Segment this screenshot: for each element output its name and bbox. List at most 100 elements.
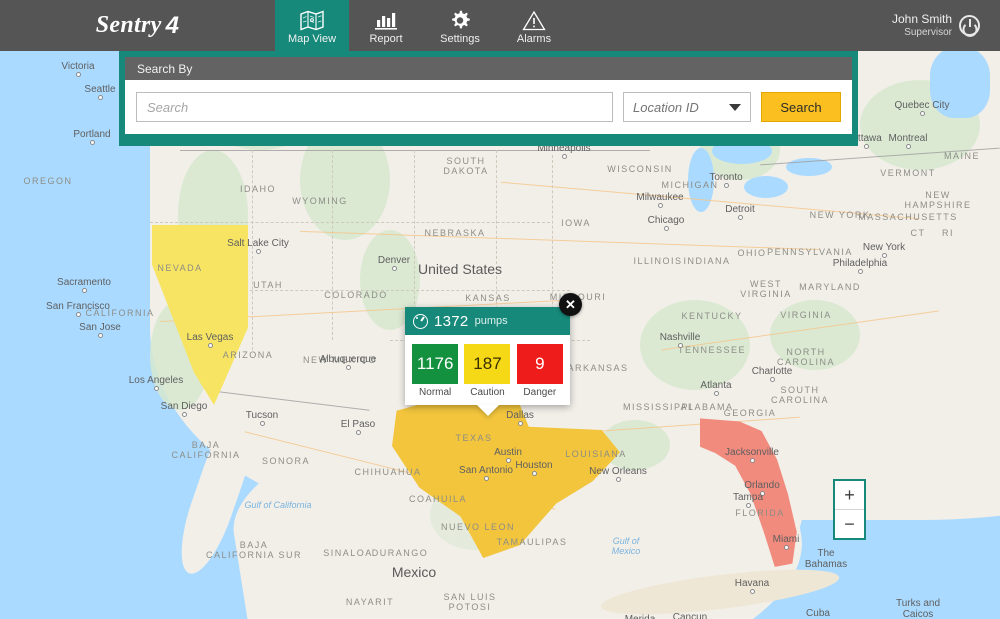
- map-city-dot: [90, 140, 95, 145]
- map-city-dot: [260, 421, 265, 426]
- zoom-out-button[interactable]: −: [835, 510, 864, 538]
- gear-icon: [449, 9, 471, 31]
- user-account-area[interactable]: John Smith Supervisor: [892, 0, 1000, 51]
- app-logo-text: Sentry: [96, 12, 162, 39]
- app-logo-number: 4: [166, 12, 180, 40]
- st-lawrence-water: [930, 48, 990, 118]
- tab-alarms[interactable]: Alarms: [497, 0, 571, 51]
- stat-danger[interactable]: 9 Danger: [516, 344, 564, 398]
- map-icon: [300, 9, 324, 31]
- stat-danger-label: Danger: [523, 387, 556, 398]
- search-button[interactable]: Search: [761, 92, 841, 122]
- map-region-label: TheBahamas: [805, 548, 847, 570]
- app-logo[interactable]: Sentry 4: [0, 0, 275, 51]
- map-city-label: San Jose: [79, 322, 121, 333]
- map-city-dot: [98, 333, 103, 338]
- map-state-label: CALIFORNIA: [85, 308, 154, 318]
- gauge-icon: [413, 314, 428, 329]
- top-navigation-bar: Sentry 4 Map View: [0, 0, 1000, 51]
- map-city-dot: [864, 144, 869, 149]
- map-city-dot: [678, 343, 683, 348]
- map-city-dot: [392, 266, 397, 271]
- map-city-label: San Francisco: [46, 301, 110, 312]
- map-city-dot: [154, 386, 159, 391]
- user-role: Supervisor: [892, 26, 952, 39]
- map-city-dot: [616, 477, 621, 482]
- map-city-dot: [356, 430, 361, 435]
- map-city-dot: [518, 421, 523, 426]
- tab-settings[interactable]: Settings: [423, 0, 497, 51]
- search-panel-header: Search By: [125, 57, 852, 80]
- map-city-dot: [750, 458, 755, 463]
- pump-summary-popup: ✕ 1372 pumps 1176 Normal 187 Caution 9 D…: [405, 307, 570, 405]
- stat-caution-label: Caution: [470, 387, 504, 398]
- map-city-dot: [182, 412, 187, 417]
- tab-map-view[interactable]: Map View: [275, 0, 349, 51]
- map-city-dot: [920, 111, 925, 116]
- map-city-dot: [858, 269, 863, 274]
- pump-total-count: 1372: [434, 313, 469, 330]
- popup-header: 1372 pumps: [405, 307, 570, 335]
- map-city-dot: [82, 288, 87, 293]
- popup-stats: 1176 Normal 187 Caution 9 Danger: [405, 335, 570, 405]
- map-city-label: Seattle: [84, 84, 115, 95]
- tab-settings-label: Settings: [440, 33, 480, 46]
- map-city-label: Victoria: [61, 61, 94, 72]
- map-city-dot: [664, 226, 669, 231]
- search-filter-dropdown[interactable]: Location ID: [623, 92, 751, 122]
- map-state-label: OREGON: [23, 176, 72, 186]
- search-panel-body: Location ID Search: [125, 80, 852, 134]
- stat-normal-value: 1176: [412, 344, 458, 384]
- map-city-dot: [98, 95, 103, 100]
- power-icon[interactable]: [959, 15, 980, 36]
- stat-caution-value: 187: [464, 344, 510, 384]
- map-city-dot: [746, 503, 751, 508]
- map-city-dot: [532, 471, 537, 476]
- warning-triangle-icon: [522, 9, 546, 31]
- map-city-dot: [770, 377, 775, 382]
- border-us-canada: [180, 150, 650, 151]
- bar-chart-icon: [374, 9, 398, 31]
- map-city-dot: [906, 144, 911, 149]
- map-city-dot: [346, 365, 351, 370]
- map-city-dot: [76, 312, 81, 317]
- lake-erie: [744, 176, 788, 198]
- map-city-dot: [562, 154, 567, 159]
- map-city-dot: [658, 203, 663, 208]
- lake-michigan: [688, 148, 714, 212]
- close-icon[interactable]: ✕: [559, 293, 582, 316]
- map-city-dot: [208, 343, 213, 348]
- map-city-dot: [76, 72, 81, 77]
- map-city-dot: [714, 391, 719, 396]
- search-panel: Search By Location ID Search: [119, 51, 858, 146]
- user-info: John Smith Supervisor: [892, 13, 952, 39]
- terrain-patch: [770, 300, 860, 370]
- stat-normal-label: Normal: [419, 387, 451, 398]
- popup-pointer: [477, 405, 499, 416]
- stat-caution[interactable]: 187 Caution: [463, 344, 511, 398]
- search-input[interactable]: [136, 92, 613, 122]
- tab-report-label: Report: [369, 33, 402, 46]
- map-city-dot: [760, 491, 765, 496]
- map-region-label: Cuba: [806, 608, 830, 619]
- search-filter-value: Location ID: [633, 100, 699, 115]
- tab-report[interactable]: Report: [349, 0, 423, 51]
- stat-danger-value: 9: [517, 344, 563, 384]
- map-city-dot: [724, 183, 729, 188]
- zoom-in-button[interactable]: +: [835, 481, 864, 510]
- tab-map-view-label: Map View: [288, 33, 336, 46]
- application-root: OREGONIDAHOWYOMINGNEVADAUTAHCOLORADOCALI…: [0, 0, 1000, 619]
- chevron-down-icon: [729, 104, 741, 111]
- map-city-dot: [256, 249, 261, 254]
- map-city-dot: [506, 458, 511, 463]
- state-border: [252, 150, 253, 350]
- tab-alarms-label: Alarms: [517, 33, 551, 46]
- pump-unit-label: pumps: [475, 315, 508, 327]
- map-city-label: Portland: [73, 129, 110, 140]
- map-region-label: Turks andCaicosIslands: [896, 598, 940, 619]
- map-city-dot: [882, 253, 887, 258]
- map-zoom-control: + −: [833, 479, 866, 540]
- map-city-dot: [750, 589, 755, 594]
- stat-normal[interactable]: 1176 Normal: [411, 344, 459, 398]
- nav-tabs: Map View Report: [275, 0, 571, 51]
